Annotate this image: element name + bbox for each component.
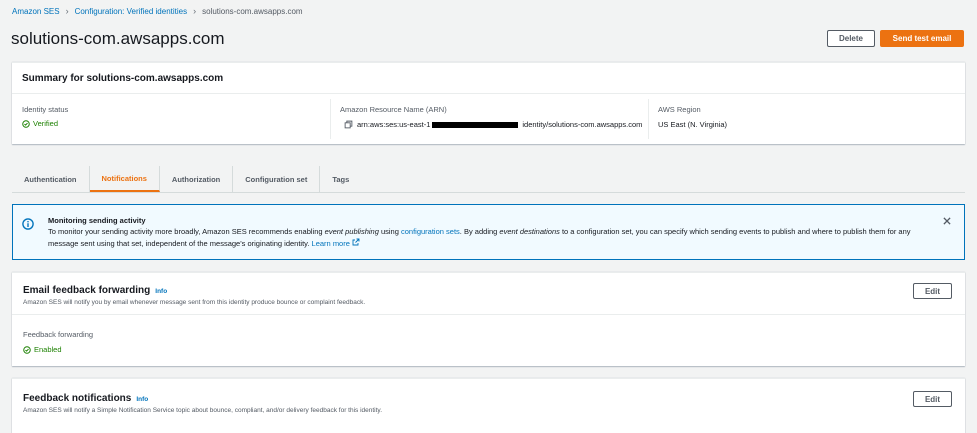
- external-link-icon: [352, 238, 360, 246]
- feedback-notifications-info-link[interactable]: Info: [136, 396, 148, 403]
- breadcrumb: Amazon SES › Configuration: Verified ide…: [12, 6, 303, 16]
- tab-notifications[interactable]: Notifications: [89, 166, 160, 192]
- alert-body: To monitor your sending activity more br…: [48, 226, 938, 250]
- tab-authentication[interactable]: Authentication: [12, 166, 90, 192]
- summary-card: Summary for solutions-com.awsapps.com Id…: [12, 62, 965, 144]
- learn-more-link[interactable]: Learn more: [311, 238, 360, 248]
- monitoring-info-alert: Monitoring sending activity To monitor y…: [12, 204, 965, 260]
- chevron-right-icon: ›: [193, 6, 197, 16]
- copy-icon[interactable]: [344, 120, 353, 129]
- feedback-notifications-description: Amazon SES will notify a Simple Notifica…: [23, 407, 383, 414]
- email-feedback-header: Email feedback forwarding Info: [23, 285, 167, 296]
- column-divider: [330, 99, 331, 139]
- breadcrumb-current: solutions-com.awsapps.com: [202, 6, 303, 16]
- email-feedback-info-link[interactable]: Info: [155, 288, 167, 295]
- column-divider: [648, 99, 649, 139]
- learn-more-text: Learn more: [311, 239, 350, 248]
- region-value: US East (N. Virginia): [658, 120, 728, 129]
- region-label: AWS Region: [658, 105, 701, 114]
- tab-tags[interactable]: Tags: [320, 166, 361, 192]
- alert-text: To monitor your sending activity more br…: [48, 227, 325, 236]
- configuration-sets-link[interactable]: configuration sets: [401, 227, 460, 236]
- arn-prefix: arn:aws:ses:us-east-1: [357, 120, 431, 129]
- check-circle-icon: [22, 119, 30, 128]
- identity-status-label: Identity status: [22, 105, 69, 114]
- alert-text: using: [378, 227, 401, 236]
- feedback-forwarding-label: Feedback forwarding: [23, 330, 94, 339]
- delete-button[interactable]: Delete: [827, 30, 875, 47]
- tab-underline: [12, 192, 965, 193]
- email-feedback-description: Amazon SES will notify you by email when…: [23, 299, 366, 306]
- page-title: solutions-com.awsapps.com: [11, 29, 225, 48]
- tab-configuration-set[interactable]: Configuration set: [233, 166, 321, 192]
- email-feedback-card: Email feedback forwarding Info Amazon SE…: [12, 272, 965, 366]
- email-feedback-title: Email feedback forwarding: [23, 285, 151, 296]
- card-divider: [12, 314, 965, 315]
- alert-text: . By adding: [459, 227, 500, 236]
- feedback-notifications-title: Feedback notifications: [23, 393, 132, 404]
- alert-title: Monitoring sending activity: [48, 216, 146, 225]
- summary-title: Summary for solutions-com.awsapps.com: [22, 73, 224, 84]
- tab-authorization[interactable]: Authorization: [160, 166, 234, 192]
- alert-text-emphasis: event destinations: [499, 227, 560, 236]
- arn-suffix: identity/solutions-com.awsapps.com: [522, 120, 643, 129]
- close-icon[interactable]: [942, 216, 952, 226]
- feedback-notifications-card: Feedback notifications Info Amazon SES w…: [12, 378, 965, 433]
- info-circle-icon: [22, 218, 34, 230]
- edit-email-feedback-button[interactable]: Edit: [913, 283, 952, 299]
- edit-feedback-notifications-button[interactable]: Edit: [913, 391, 952, 407]
- feedback-forwarding-value: Enabled: [23, 345, 62, 354]
- arn-redacted: [432, 121, 519, 128]
- arn-value: arn:aws:ses:us-east-1 identity/solutions-…: [344, 120, 642, 129]
- identity-status-value: Verified: [22, 119, 58, 128]
- breadcrumb-amazon-ses[interactable]: Amazon SES: [12, 7, 60, 16]
- feedback-notifications-header: Feedback notifications Info: [23, 393, 148, 404]
- arn-label: Amazon Resource Name (ARN): [340, 105, 447, 114]
- summary-divider: [12, 93, 965, 94]
- alert-text-emphasis: event publishing: [324, 227, 379, 236]
- send-test-email-button[interactable]: Send test email: [880, 30, 964, 47]
- check-circle-icon: [23, 345, 31, 354]
- feedback-forwarding-text: Enabled: [34, 345, 62, 354]
- identity-status-text: Verified: [33, 119, 59, 128]
- chevron-right-icon: ›: [65, 6, 69, 16]
- tab-bar: Authentication Notifications Authorizati…: [12, 166, 361, 192]
- breadcrumb-verified-identities[interactable]: Configuration: Verified identities: [75, 7, 188, 16]
